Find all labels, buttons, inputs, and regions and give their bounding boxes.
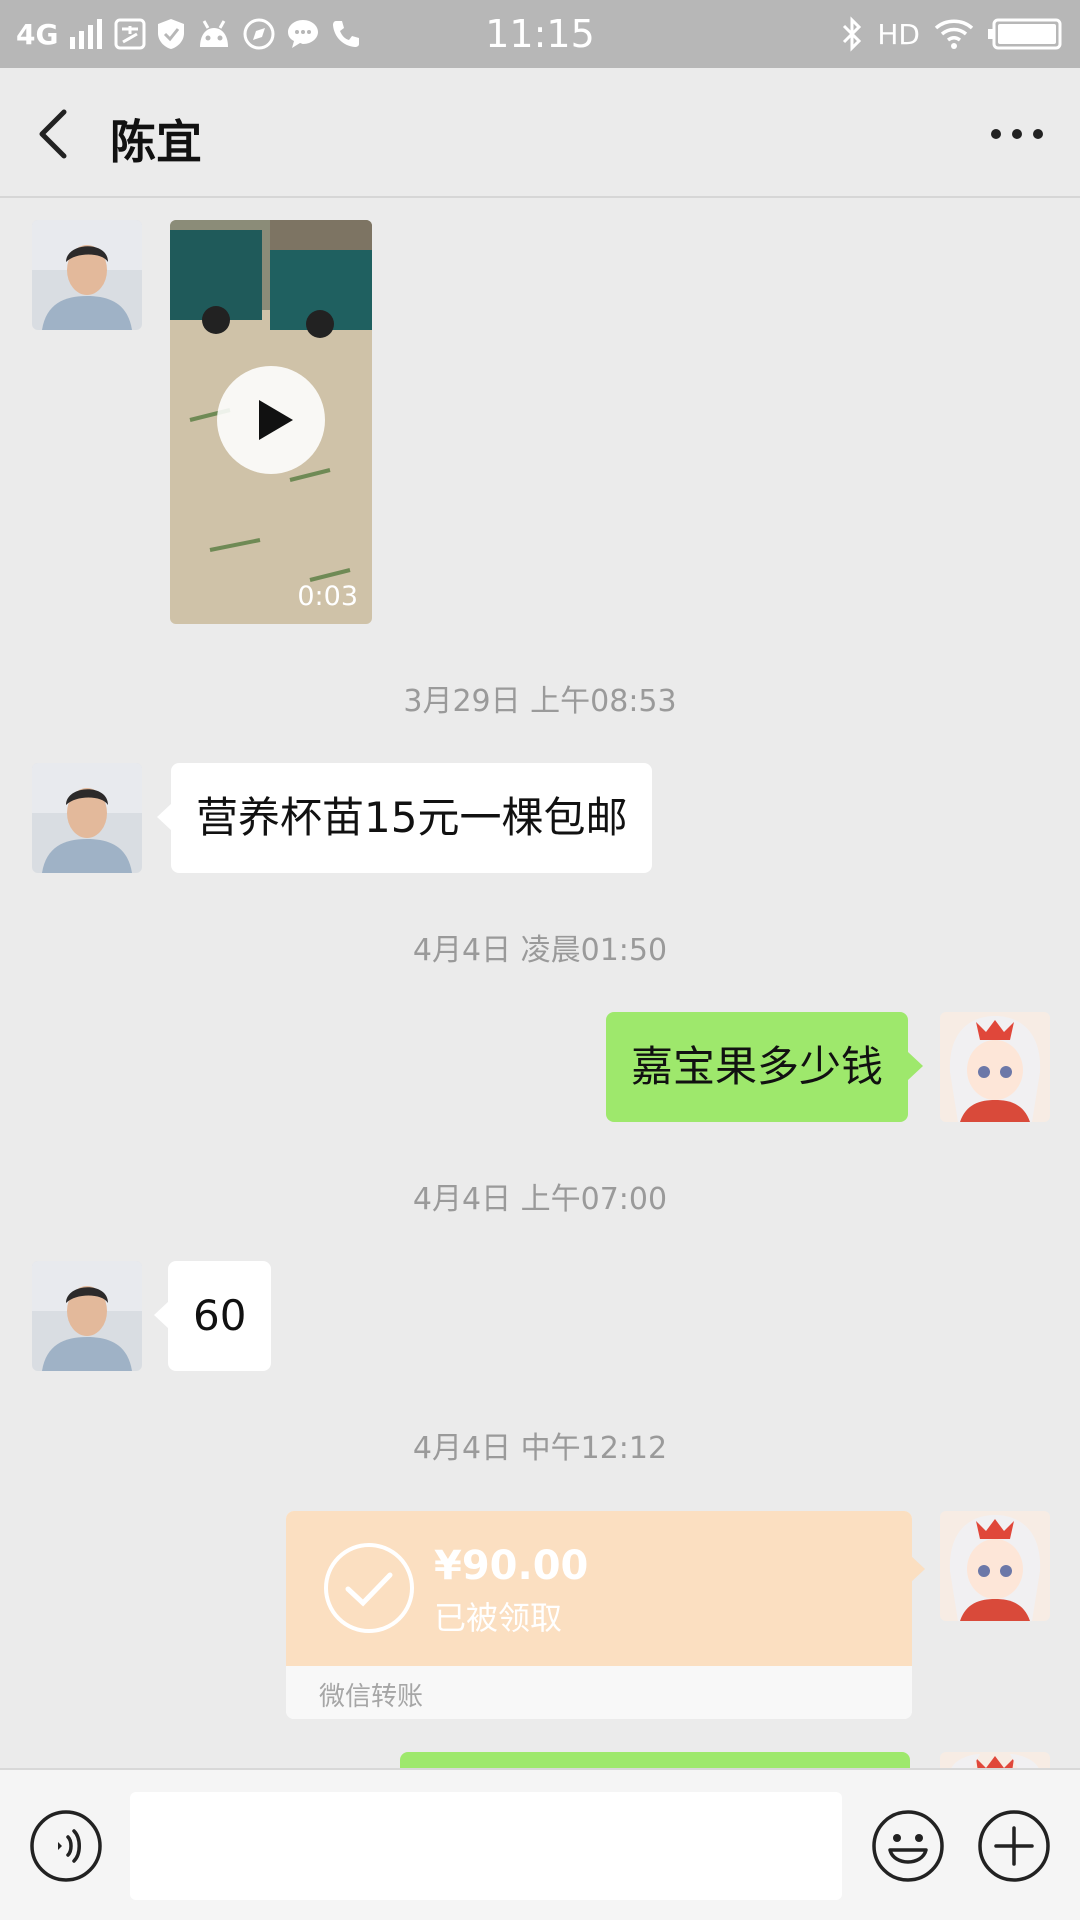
video-duration: 0:03 bbox=[297, 581, 358, 612]
play-button[interactable] bbox=[217, 366, 325, 474]
hd-indicator: HD bbox=[877, 17, 920, 51]
timestamp: 3月29日 上午08:53 bbox=[403, 684, 677, 719]
chat-title: 陈宜 bbox=[110, 115, 202, 169]
message-input[interactable] bbox=[130, 1792, 842, 1900]
outgoing-message[interactable]: 嘉宝果多少钱 bbox=[605, 1012, 924, 1122]
transfer-card-top: ¥90.00 已被领取 bbox=[286, 1511, 912, 1666]
transfer-label: 微信转账 bbox=[319, 1682, 424, 1712]
wifi-icon bbox=[934, 19, 974, 49]
transfer-amount: ¥90.00 bbox=[434, 1543, 589, 1589]
play-icon bbox=[259, 400, 293, 440]
voice-icon[interactable] bbox=[28, 1808, 104, 1884]
my-avatar[interactable] bbox=[940, 1511, 1050, 1621]
timestamp: 4月4日 中午12:12 bbox=[412, 1431, 668, 1466]
contact-avatar[interactable] bbox=[32, 1261, 142, 1371]
check-icon bbox=[324, 1543, 414, 1633]
contact-avatar[interactable] bbox=[32, 763, 142, 873]
status-right: HD bbox=[841, 14, 1062, 54]
transfer-card-footer: 微信转账 bbox=[286, 1666, 912, 1719]
timestamp: 4月4日 上午07:00 bbox=[412, 1182, 668, 1217]
plus-icon[interactable] bbox=[976, 1808, 1052, 1884]
status-bar: 4G 11:15 HD bbox=[0, 0, 1080, 68]
back-arrow-icon[interactable] bbox=[28, 102, 88, 166]
more-dots-icon[interactable] bbox=[982, 102, 1052, 166]
chat-header: 陈宜 bbox=[0, 68, 1080, 198]
transfer-tail bbox=[910, 1555, 925, 1583]
transfer-card[interactable]: ¥90.00 已被领取 微信转账 bbox=[286, 1511, 912, 1719]
incoming-message[interactable]: 60 bbox=[153, 1261, 272, 1371]
bluetooth-icon bbox=[843, 16, 862, 52]
video-message[interactable]: 0:03 bbox=[170, 220, 372, 624]
transfer-status: 已被领取 bbox=[434, 1599, 563, 1637]
timestamp: 4月4日 凌晨01:50 bbox=[412, 933, 668, 968]
incoming-message[interactable]: 营养杯苗15元一棵包邮 bbox=[156, 763, 653, 873]
my-avatar[interactable] bbox=[940, 1012, 1050, 1122]
battery-icon bbox=[988, 18, 1062, 50]
input-bar bbox=[0, 1768, 1080, 1920]
emoji-icon[interactable] bbox=[870, 1808, 946, 1884]
contact-avatar[interactable] bbox=[32, 220, 142, 330]
